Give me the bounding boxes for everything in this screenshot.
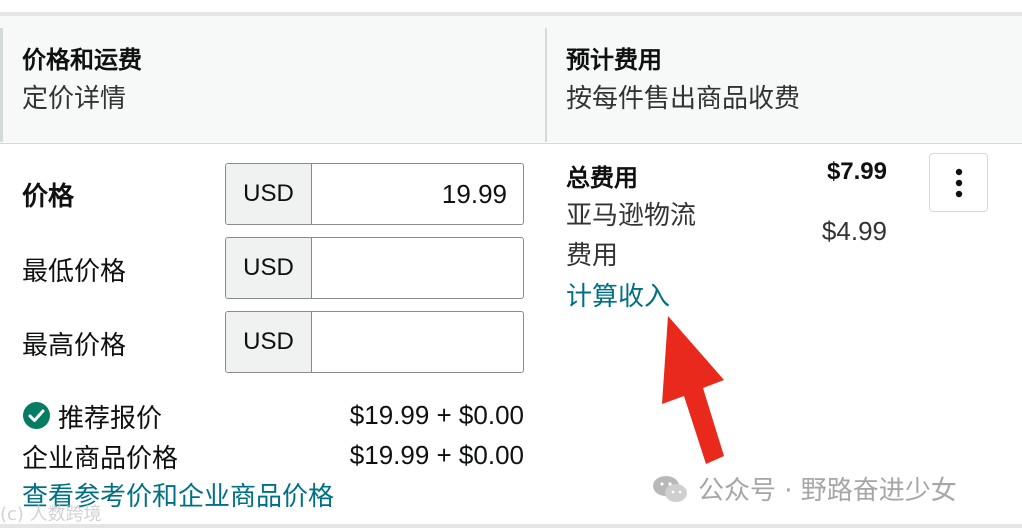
- wechat-icon: [653, 475, 687, 502]
- corner-watermark: (c) 人数跨境: [0, 504, 102, 525]
- price-label: 价格: [22, 182, 75, 212]
- max-price-input[interactable]: [312, 312, 523, 372]
- bottom-divider: [0, 524, 1022, 528]
- min-price-label: 最低价格: [22, 257, 127, 287]
- more-options-button[interactable]: [929, 153, 988, 212]
- fees-header: 预计费用 按每件售出商品收费: [566, 44, 800, 116]
- price-input[interactable]: 19.99: [312, 164, 523, 224]
- max-price-currency: USD: [226, 312, 312, 372]
- fba-fee-label: 亚马逊物流费用: [566, 201, 697, 271]
- total-fee-amount: $7.99: [826, 158, 887, 185]
- kebab-menu-icon: [955, 168, 962, 197]
- fba-fee-amount: $4.99: [821, 216, 887, 246]
- red-arrow-icon: [662, 316, 724, 464]
- total-fee-label: 总费用: [566, 164, 638, 192]
- check-circle-icon: [23, 402, 50, 429]
- recommended-offer-label: 推荐报价: [58, 404, 163, 434]
- header-divider-middle: [545, 28, 547, 142]
- section-header: 价格和运费 定价详情 预计费用 按每件售出商品收费: [0, 16, 1022, 144]
- business-price-label: 企业商品价格: [22, 444, 179, 474]
- watermark-text: 公众号 · 野路奋进少女: [698, 476, 957, 506]
- price-currency: USD: [226, 164, 312, 224]
- min-price-field[interactable]: USD: [225, 237, 524, 299]
- min-price-currency: USD: [226, 238, 312, 298]
- max-price-field[interactable]: USD: [225, 311, 524, 373]
- watermark: 公众号 · 野路奋进少女: [652, 470, 957, 507]
- business-price-amount: $19.99 + $0.00: [349, 440, 524, 470]
- price-field[interactable]: USD 19.99: [225, 163, 524, 225]
- pricing-header-subtitle: 定价详情: [22, 84, 127, 114]
- pricing-header: 价格和运费 定价详情: [22, 44, 142, 116]
- header-divider-left: [0, 28, 3, 142]
- pricing-header-title: 价格和运费: [22, 46, 142, 74]
- fees-header-subtitle: 按每件售出商品收费: [566, 84, 801, 114]
- min-price-input[interactable]: [312, 238, 523, 298]
- fees-header-title: 预计费用: [566, 46, 662, 74]
- recommended-offer-amount: $19.99 + $0.00: [349, 400, 524, 430]
- max-price-label: 最高价格: [22, 331, 127, 361]
